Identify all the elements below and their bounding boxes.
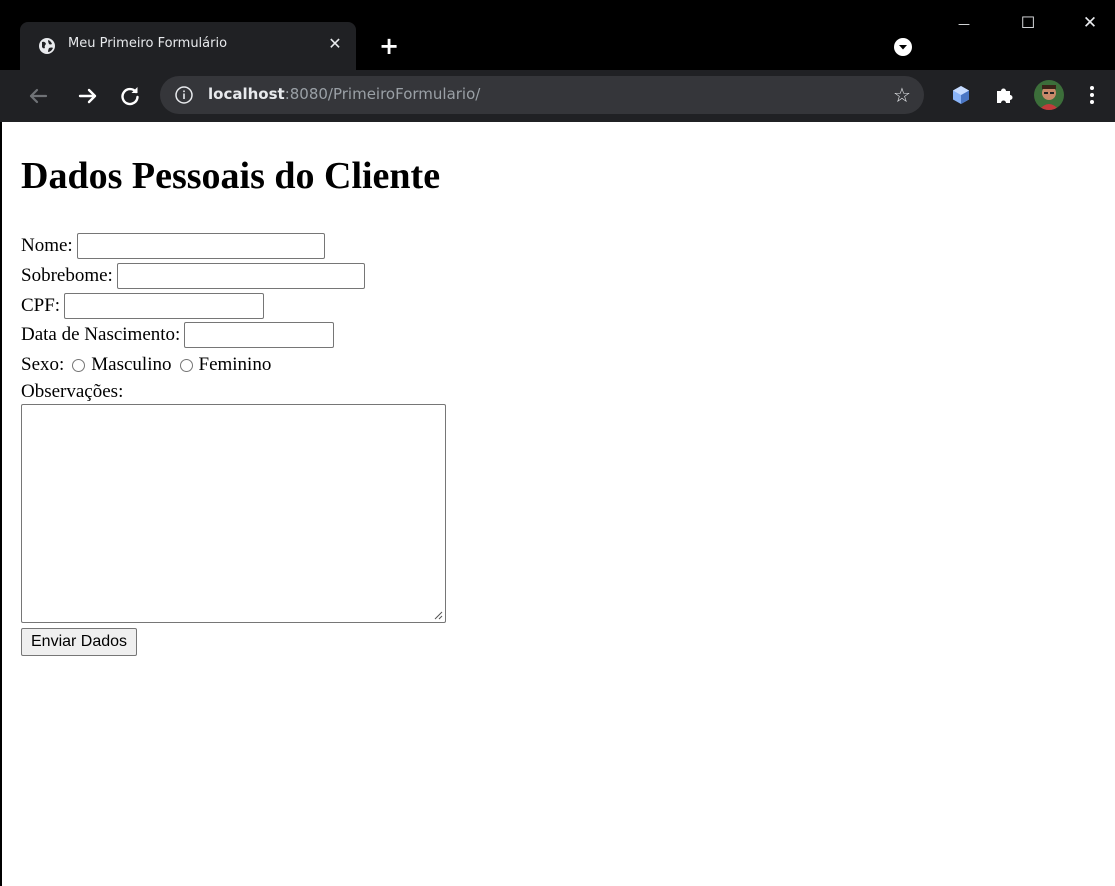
browser-window: Meu Primeiro Formulário ✕ + — ☐ ✕ localh…	[0, 0, 1115, 886]
more-menu-icon[interactable]	[1084, 82, 1100, 108]
url-path: :8080/PrimeiroFormulario/	[284, 85, 481, 103]
maximize-icon: ☐	[1020, 13, 1036, 32]
profile-avatar[interactable]	[1034, 80, 1064, 110]
url-host: localhost	[208, 85, 285, 103]
masculino-radio[interactable]	[72, 358, 86, 372]
tab-close-icon[interactable]: ✕	[324, 33, 346, 55]
browser-toolbar: localhost:8080/PrimeiroFormulario/ ☆	[0, 70, 1115, 122]
page-content: Dados Pessoais do Cliente Nome: Sobrebom…	[0, 122, 1115, 886]
observacoes-row: Observações:	[21, 378, 123, 406]
resize-grip-icon[interactable]	[433, 610, 443, 620]
address-bar[interactable]: localhost:8080/PrimeiroFormulario/ ☆	[160, 76, 924, 114]
sexo-label: Sexo:	[21, 354, 65, 375]
reload-icon[interactable]	[116, 82, 144, 110]
info-icon[interactable]	[174, 85, 194, 105]
minimize-icon: —	[958, 17, 970, 31]
tab-active[interactable]: Meu Primeiro Formulário ✕	[20, 22, 356, 70]
page-title: Dados Pessoais do Cliente	[21, 155, 441, 197]
window-close-button[interactable]: ✕	[1070, 8, 1110, 38]
cpf-row: CPF:	[21, 292, 265, 320]
nome-row: Nome:	[21, 232, 325, 260]
masculino-label[interactable]: Masculino	[91, 354, 171, 376]
new-tab-button[interactable]: +	[376, 33, 402, 59]
sobrenome-row: Sobrebome:	[21, 262, 365, 290]
enviar-dados-button[interactable]: Enviar Dados	[21, 628, 138, 656]
nascimento-row: Data de Nascimento:	[21, 321, 335, 349]
tab-strip: Meu Primeiro Formulário ✕ + — ☐ ✕	[0, 0, 1115, 70]
back-arrow-icon[interactable]	[24, 82, 52, 110]
observacoes-textarea[interactable]	[21, 404, 446, 623]
globe-icon	[39, 38, 55, 54]
observacoes-label: Observações:	[21, 381, 124, 402]
address-url[interactable]: localhost:8080/PrimeiroFormulario/	[208, 85, 480, 103]
minimize-button[interactable]: —	[944, 8, 984, 38]
extensions-puzzle-icon[interactable]	[993, 84, 1015, 106]
nome-input[interactable]	[76, 233, 325, 259]
sobrenome-input[interactable]	[116, 263, 365, 289]
feminino-label[interactable]: Feminino	[199, 354, 272, 376]
nascimento-input[interactable]	[184, 322, 335, 348]
tab-title: Meu Primeiro Formulário	[68, 36, 228, 51]
bookmark-star-icon[interactable]: ☆	[890, 83, 914, 107]
nome-label: Nome:	[21, 235, 73, 256]
sexo-row: Sexo: Masculino Feminino	[21, 351, 271, 379]
tab-search-icon[interactable]	[892, 36, 914, 58]
maximize-button[interactable]: ☐	[1008, 8, 1048, 38]
forward-arrow-icon[interactable]	[74, 82, 102, 110]
cpf-label: CPF:	[21, 295, 61, 316]
extension-cube-icon[interactable]	[950, 84, 972, 106]
nascimento-label: Data de Nascimento:	[21, 324, 181, 345]
sobrenome-label: Sobrebome:	[21, 265, 113, 286]
window-close-icon: ✕	[1082, 13, 1098, 33]
cpf-input[interactable]	[64, 293, 265, 319]
feminino-radio[interactable]	[179, 358, 193, 372]
